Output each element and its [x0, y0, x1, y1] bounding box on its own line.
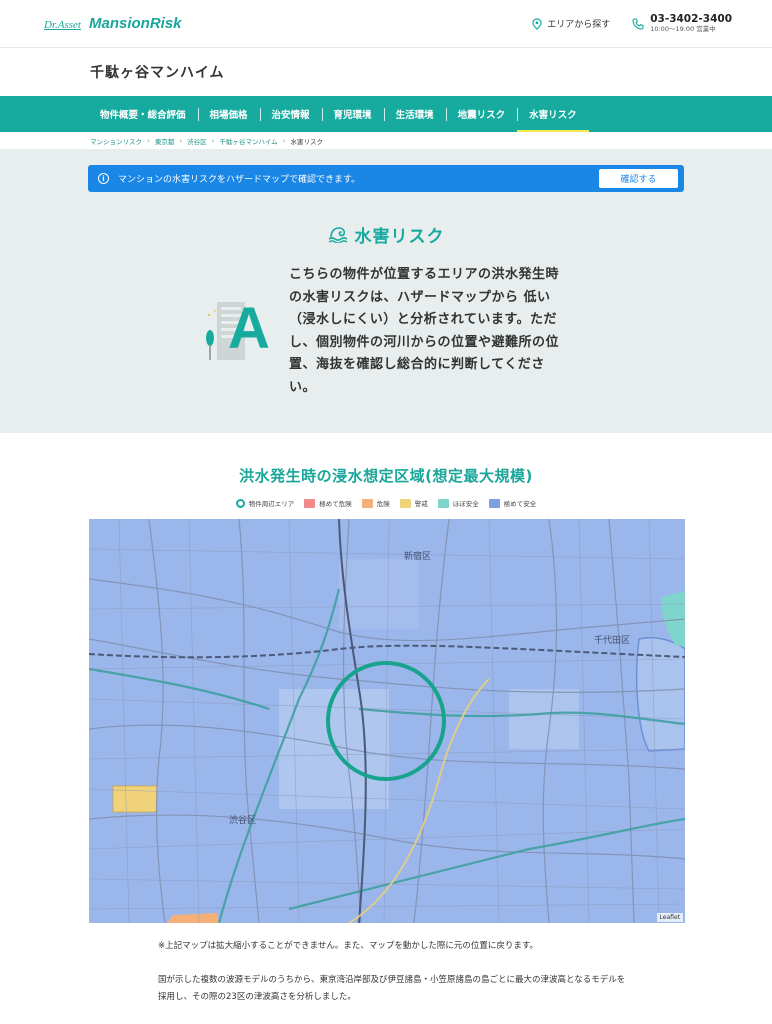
notice-text: マンションの水害リスクをハザードマップで確認できます。 — [118, 175, 361, 185]
area-search-link[interactable]: エリアから探す — [532, 17, 610, 30]
legend-item-very-safe: 極めて安全 — [488, 498, 537, 508]
tab-label: 治安情報 — [271, 110, 310, 121]
legend-label: 警戒 — [414, 500, 428, 508]
tab-flood-risk[interactable]: 水害リスク — [517, 96, 589, 132]
legend-label: 極めて危険 — [319, 500, 352, 508]
map-label: 渋谷区 — [229, 814, 256, 826]
area-search-label: エリアから探す — [547, 20, 611, 30]
hazard-map-notice: i マンションの水害リスクをハザードマップで確認できます。 確認する — [88, 165, 684, 192]
ring-icon — [235, 498, 245, 508]
chevron-right-icon: › — [147, 136, 150, 145]
hazard-map-canvas[interactable]: 新宿区 千代田区 渋谷区 — [89, 519, 685, 923]
breadcrumb-item[interactable]: 東京都 — [155, 136, 175, 146]
phone-number: 03-3402-3400 — [650, 13, 732, 26]
leaflet-attribution-link[interactable]: Leaflet — [656, 913, 683, 922]
logo-prefix: Dr.Asset — [44, 19, 81, 31]
tab-childcare[interactable]: 育児環境 — [321, 96, 384, 132]
phone-hours: 10:00〜19:00 営業中 — [650, 24, 716, 33]
property-title: 千駄ヶ谷マンハイム — [90, 65, 225, 81]
confirm-button[interactable]: 確認する — [599, 169, 678, 188]
site-logo[interactable]: Dr.Asset MansionRisk — [44, 15, 182, 32]
breadcrumb-item[interactable]: 千駄ヶ谷マンハイム — [219, 136, 277, 146]
legend-swatch — [488, 498, 500, 508]
phone-icon — [632, 17, 644, 30]
risk-grade: A — [228, 296, 270, 361]
risk-body: A こちらの物件が位置するエリアの洪水発生時の水害リスクは、ハザードマップから … — [0, 264, 772, 399]
chevron-right-icon: › — [179, 136, 183, 145]
risk-description: こちらの物件が位置するエリアの洪水発生時の水害リスクは、ハザードマップから 低い… — [289, 267, 560, 395]
tab-earthquake-risk[interactable]: 地震リスク — [445, 96, 518, 132]
logo-name: MansionRisk — [88, 15, 182, 32]
breadcrumb: マンションリスク › 東京都 › 渋谷区 › 千駄ヶ谷マンハイム › 水害リスク — [0, 132, 772, 149]
legend-label: 物件周辺エリア — [248, 500, 295, 508]
tab-label: 生活環境 — [395, 110, 434, 121]
risk-heading-text: 水害リスク — [354, 227, 445, 247]
flood-risk-summary: i マンションの水害リスクをハザードマップで確認できます。 確認する 水害リスク — [0, 149, 772, 433]
chevron-right-icon: › — [211, 136, 215, 145]
tab-safety[interactable]: 治安情報 — [259, 96, 322, 132]
tab-overview[interactable]: 物件概要・総合評価 — [88, 96, 198, 132]
legend-item-extreme-danger: 極めて危険 — [304, 498, 352, 508]
map-note: ※上記マップは拡大縮小することができません。また、マップを動かした際に元の位置に… — [158, 941, 539, 951]
legend-swatch — [399, 498, 411, 508]
tab-market-price[interactable]: 相場価格 — [197, 96, 260, 132]
info-icon: i — [98, 173, 109, 184]
risk-grade-illustration: A — [205, 294, 277, 384]
map-label: 新宿区 — [404, 550, 431, 562]
header-actions: エリアから探す 03-3402-3400 10:00〜19:00 営業中 — [532, 14, 732, 33]
chevron-right-icon: › — [282, 136, 286, 145]
breadcrumb-item[interactable]: 渋谷区 — [187, 136, 207, 146]
map-label: 千代田区 — [594, 635, 630, 646]
tab-label: 地震リスク — [457, 110, 506, 121]
property-tab-bar: 物件概要・総合評価 相場価格 治安情報 育児環境 生活環境 地震リスク 水害リス… — [0, 96, 772, 132]
breadcrumb-item[interactable]: マンションリスク — [90, 136, 142, 146]
legend-item-property-area: 物件周辺エリア — [235, 498, 295, 508]
map-legend: 物件周辺エリア 極めて危険 危険 警戒 ほぼ安全 極めて安全 — [0, 498, 772, 508]
legend-label: 危険 — [376, 500, 390, 508]
tab-living[interactable]: 生活環境 — [383, 96, 446, 132]
flood-map-title: 洪水発生時の浸水想定区域(想定最大規模) — [239, 467, 533, 485]
risk-heading: 水害リスク — [0, 222, 772, 247]
hazard-map[interactable]: 新宿区 千代田区 渋谷区 Leaflet — [89, 519, 685, 923]
tab-label: 育児環境 — [333, 110, 372, 121]
site-header: Dr.Asset MansionRisk エリアから探す 03-3402-340… — [0, 0, 772, 48]
legend-swatch — [437, 498, 449, 508]
wave-icon — [328, 227, 347, 243]
location-pin-icon — [532, 17, 542, 30]
phone-contact[interactable]: 03-3402-3400 10:00〜19:00 営業中 — [632, 14, 732, 33]
legend-label: 極めて安全 — [503, 500, 537, 508]
legend-item-danger: 危険 — [361, 498, 390, 508]
legend-item-caution: 警戒 — [399, 498, 428, 508]
breadcrumb-current: 水害リスク — [290, 137, 324, 146]
tab-label: 物件概要・総合評価 — [100, 110, 186, 121]
legend-label: ほぼ安全 — [452, 500, 479, 508]
tab-label: 相場価格 — [209, 110, 248, 121]
tsunami-description: 国が示した複数の波源モデルのうちから、東京湾沿岸部及び伊豆諸島・小笠原諸島の島ご… — [158, 975, 626, 1002]
legend-item-mostly-safe: ほぼ安全 — [437, 498, 479, 508]
tab-label: 水害リスク — [529, 110, 577, 121]
legend-swatch — [361, 498, 373, 508]
legend-swatch — [304, 498, 316, 508]
